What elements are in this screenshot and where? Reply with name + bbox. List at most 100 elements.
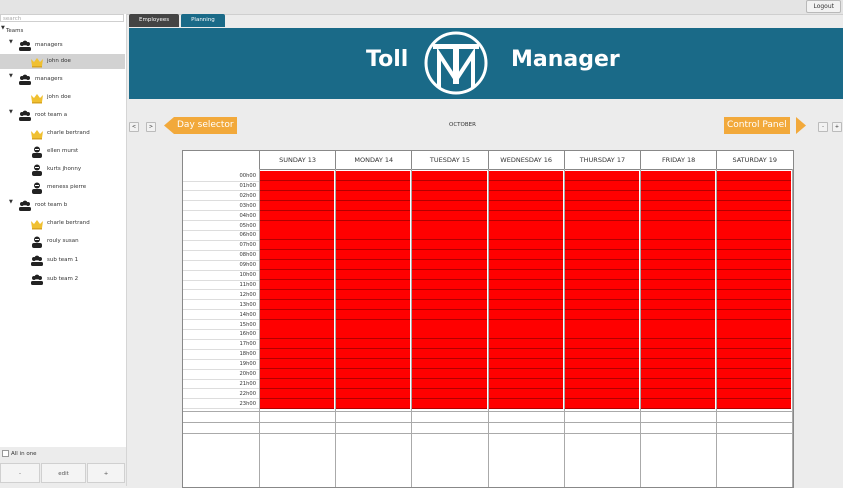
time-slot[interactable] [336, 180, 411, 191]
tree-item[interactable]: john doe [0, 54, 125, 69]
time-slot[interactable] [717, 398, 792, 409]
time-slot[interactable] [260, 289, 335, 300]
time-slot[interactable] [260, 369, 335, 379]
time-slot[interactable] [717, 289, 792, 300]
time-slot[interactable] [412, 319, 487, 330]
tree-item[interactable]: ▼ Teams [0, 24, 125, 39]
time-slot[interactable] [260, 319, 335, 330]
time-slot[interactable] [488, 171, 563, 181]
time-slot[interactable] [412, 289, 487, 300]
time-slot[interactable] [412, 398, 487, 409]
tree-item[interactable]: john doe [0, 90, 125, 105]
time-slot[interactable] [260, 339, 335, 350]
time-slot[interactable] [641, 279, 716, 290]
time-slot[interactable] [717, 339, 792, 350]
time-slot[interactable] [336, 250, 411, 261]
time-slot[interactable] [260, 220, 335, 231]
tab-employees[interactable]: Employees [129, 14, 180, 27]
time-slot[interactable] [641, 319, 716, 330]
time-slot[interactable] [564, 299, 639, 310]
time-slot[interactable] [717, 210, 792, 221]
time-slot[interactable] [564, 190, 639, 201]
time-slot[interactable] [717, 190, 792, 201]
time-slot[interactable] [336, 369, 411, 379]
time-slot[interactable] [488, 329, 563, 340]
time-slot[interactable] [488, 210, 563, 221]
time-slot[interactable] [412, 220, 487, 231]
time-slot[interactable] [717, 359, 792, 370]
tree-item[interactable]: sub team 2 [0, 272, 125, 287]
next-day-button[interactable]: > [146, 122, 156, 132]
time-slot[interactable] [260, 210, 335, 221]
tree-item[interactable]: rouly susan [0, 234, 125, 249]
time-slot[interactable] [336, 378, 411, 389]
time-slot[interactable] [336, 270, 411, 280]
time-slot[interactable] [641, 180, 716, 191]
time-slot[interactable] [488, 369, 563, 379]
time-slot[interactable] [336, 359, 411, 370]
time-slot[interactable] [488, 309, 563, 320]
time-slot[interactable] [641, 230, 716, 241]
time-slot[interactable] [260, 190, 335, 201]
expand-toggle-icon[interactable]: ▼ [9, 105, 13, 120]
time-slot[interactable] [260, 378, 335, 389]
time-slot[interactable] [564, 369, 639, 379]
time-slot[interactable] [564, 339, 639, 350]
time-slot[interactable] [488, 250, 563, 261]
time-slot[interactable] [488, 240, 563, 251]
time-slot[interactable] [412, 378, 487, 389]
time-slot[interactable] [717, 329, 792, 340]
time-slot[interactable] [641, 349, 716, 360]
time-slot[interactable] [260, 388, 335, 399]
time-slot[interactable] [717, 260, 792, 271]
edit-button[interactable]: edit [41, 463, 86, 483]
time-slot[interactable] [412, 210, 487, 221]
tree-item[interactable]: ▼ managers [0, 38, 125, 53]
logout-button[interactable]: Logout [806, 0, 841, 13]
time-slot[interactable] [488, 180, 563, 191]
time-slot[interactable] [488, 200, 563, 211]
time-slot[interactable] [412, 240, 487, 251]
time-slot[interactable] [641, 200, 716, 211]
time-slot[interactable] [717, 200, 792, 211]
time-slot[interactable] [488, 260, 563, 271]
time-slot[interactable] [488, 289, 563, 300]
time-slot[interactable] [717, 240, 792, 251]
time-slot[interactable] [641, 190, 716, 201]
time-slot[interactable] [412, 270, 487, 280]
time-slot[interactable] [564, 349, 639, 360]
time-slot[interactable] [336, 299, 411, 310]
time-slot[interactable] [641, 299, 716, 310]
time-slot[interactable] [412, 260, 487, 271]
time-slot[interactable] [564, 171, 639, 181]
time-slot[interactable] [260, 398, 335, 409]
time-slot[interactable] [641, 369, 716, 379]
time-slot[interactable] [488, 339, 563, 350]
time-slot[interactable] [488, 230, 563, 241]
time-slot[interactable] [641, 388, 716, 399]
tree-item[interactable]: ▼ root team a [0, 108, 125, 123]
time-slot[interactable] [641, 398, 716, 409]
time-slot[interactable] [260, 279, 335, 290]
time-slot[interactable] [488, 359, 563, 370]
time-slot[interactable] [336, 289, 411, 300]
time-slot[interactable] [260, 299, 335, 310]
tree-item[interactable]: charle bertrand [0, 216, 125, 231]
time-slot[interactable] [564, 230, 639, 241]
time-slot[interactable] [488, 388, 563, 399]
time-slot[interactable] [717, 250, 792, 261]
time-slot[interactable] [564, 378, 639, 389]
time-slot[interactable] [488, 319, 563, 330]
time-slot[interactable] [412, 200, 487, 211]
time-slot[interactable] [260, 329, 335, 340]
time-slot[interactable] [260, 309, 335, 320]
time-slot[interactable] [412, 279, 487, 290]
time-slot[interactable] [488, 299, 563, 310]
time-slot[interactable] [717, 230, 792, 241]
search-input[interactable]: search [0, 14, 124, 22]
time-slot[interactable] [564, 398, 639, 409]
time-slot[interactable] [641, 250, 716, 261]
time-slot[interactable] [336, 319, 411, 330]
time-slot[interactable] [412, 309, 487, 320]
zoom-out-button[interactable]: - [818, 122, 828, 132]
